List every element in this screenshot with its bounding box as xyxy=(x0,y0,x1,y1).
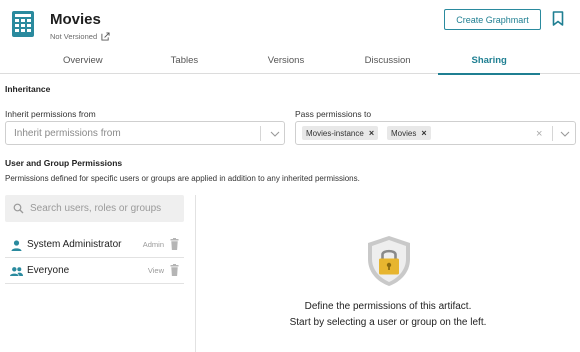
remove-chip-icon[interactable]: × xyxy=(421,128,426,138)
entry-role: Admin xyxy=(142,240,164,249)
permissions-heading: User and Group Permissions xyxy=(5,158,123,168)
clear-all-icon[interactable]: × xyxy=(536,128,542,140)
search-icon xyxy=(13,203,24,214)
page-title: Movies xyxy=(50,11,101,28)
tab-tables[interactable]: Tables xyxy=(134,46,236,74)
search-input[interactable] xyxy=(30,200,180,217)
trash-icon[interactable] xyxy=(170,238,179,250)
pass-to-label: Pass permissions to xyxy=(295,109,372,119)
tab-bar: Overview Tables Versions Discussion Shar… xyxy=(32,46,540,75)
tab-overview[interactable]: Overview xyxy=(32,46,134,74)
inherit-from-select[interactable]: Inherit permissions from xyxy=(5,121,285,145)
select-separator xyxy=(260,126,261,141)
chip-movies-instance: Movies-instance × xyxy=(302,126,379,140)
create-graphmart-button[interactable]: Create Graphmart xyxy=(444,9,541,30)
shield-lock-icon xyxy=(368,236,410,286)
entry-name: Everyone xyxy=(27,265,70,276)
permissions-description: Permissions defined for specific users o… xyxy=(5,174,360,183)
chip-label: Movies xyxy=(391,128,417,138)
list-item[interactable]: Everyone View xyxy=(5,258,184,284)
empty-state-line-1: Define the permissions of this artifact. xyxy=(304,301,472,312)
tab-sharing[interactable]: Sharing xyxy=(438,46,540,75)
inherit-from-placeholder: Inherit permissions from xyxy=(14,128,121,139)
remove-chip-icon[interactable]: × xyxy=(369,128,374,138)
page-header: Movies Not Versioned Create Graphmart Ov… xyxy=(0,0,580,75)
panel-divider xyxy=(195,195,196,352)
chip-label: Movies-instance xyxy=(306,128,364,138)
person-icon xyxy=(11,240,22,251)
version-status-text: Not Versioned xyxy=(50,32,98,41)
entry-role: View xyxy=(147,266,164,275)
tab-versions[interactable]: Versions xyxy=(235,46,337,74)
chevron-down-icon[interactable] xyxy=(560,129,570,138)
bookmark-icon[interactable] xyxy=(552,11,564,26)
empty-state-line-2: Start by selecting a user or group on th… xyxy=(289,317,487,328)
spreadsheet-icon xyxy=(12,11,34,37)
list-item[interactable]: System Administrator Admin xyxy=(5,232,184,258)
select-separator xyxy=(552,126,553,141)
entry-name: System Administrator xyxy=(27,239,122,250)
group-icon xyxy=(10,267,23,276)
external-edit-icon[interactable] xyxy=(101,32,110,41)
inherit-from-label: Inherit permissions from xyxy=(5,109,96,119)
tab-discussion[interactable]: Discussion xyxy=(337,46,439,74)
inheritance-heading: Inheritance xyxy=(5,84,51,94)
chevron-down-icon[interactable] xyxy=(270,129,280,138)
chip-movies: Movies × xyxy=(387,126,431,140)
pass-to-select[interactable]: Movies-instance × Movies × × xyxy=(295,121,576,145)
search-field[interactable] xyxy=(5,195,184,222)
trash-icon[interactable] xyxy=(170,264,179,276)
version-status: Not Versioned xyxy=(50,32,110,41)
